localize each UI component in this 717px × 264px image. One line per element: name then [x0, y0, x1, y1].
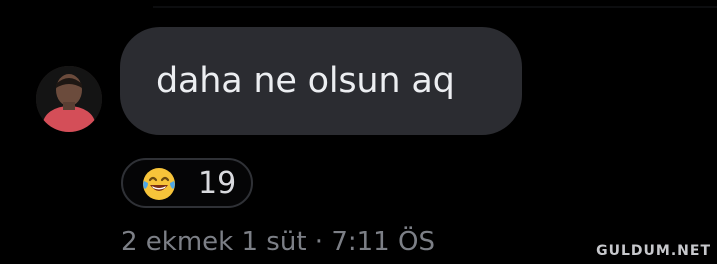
chat-screenshot: { "message": { "text": "daha ne olsun aq… [0, 0, 717, 264]
message-bubble[interactable]: daha ne olsun aq [120, 27, 522, 135]
avatar[interactable] [36, 66, 102, 132]
watermark: GULDUM.NET [596, 243, 711, 259]
message-meta: 2 ekmek 1 süt · 7:11 ÖS [121, 227, 435, 257]
reaction-count: 19 [198, 166, 237, 201]
avatar-image [36, 66, 102, 132]
message-text: daha ne olsun aq [156, 61, 455, 101]
reaction-pill[interactable]: 19 [121, 158, 253, 208]
top-divider [153, 6, 717, 8]
laughing-with-tears-emoji-icon [141, 166, 177, 202]
